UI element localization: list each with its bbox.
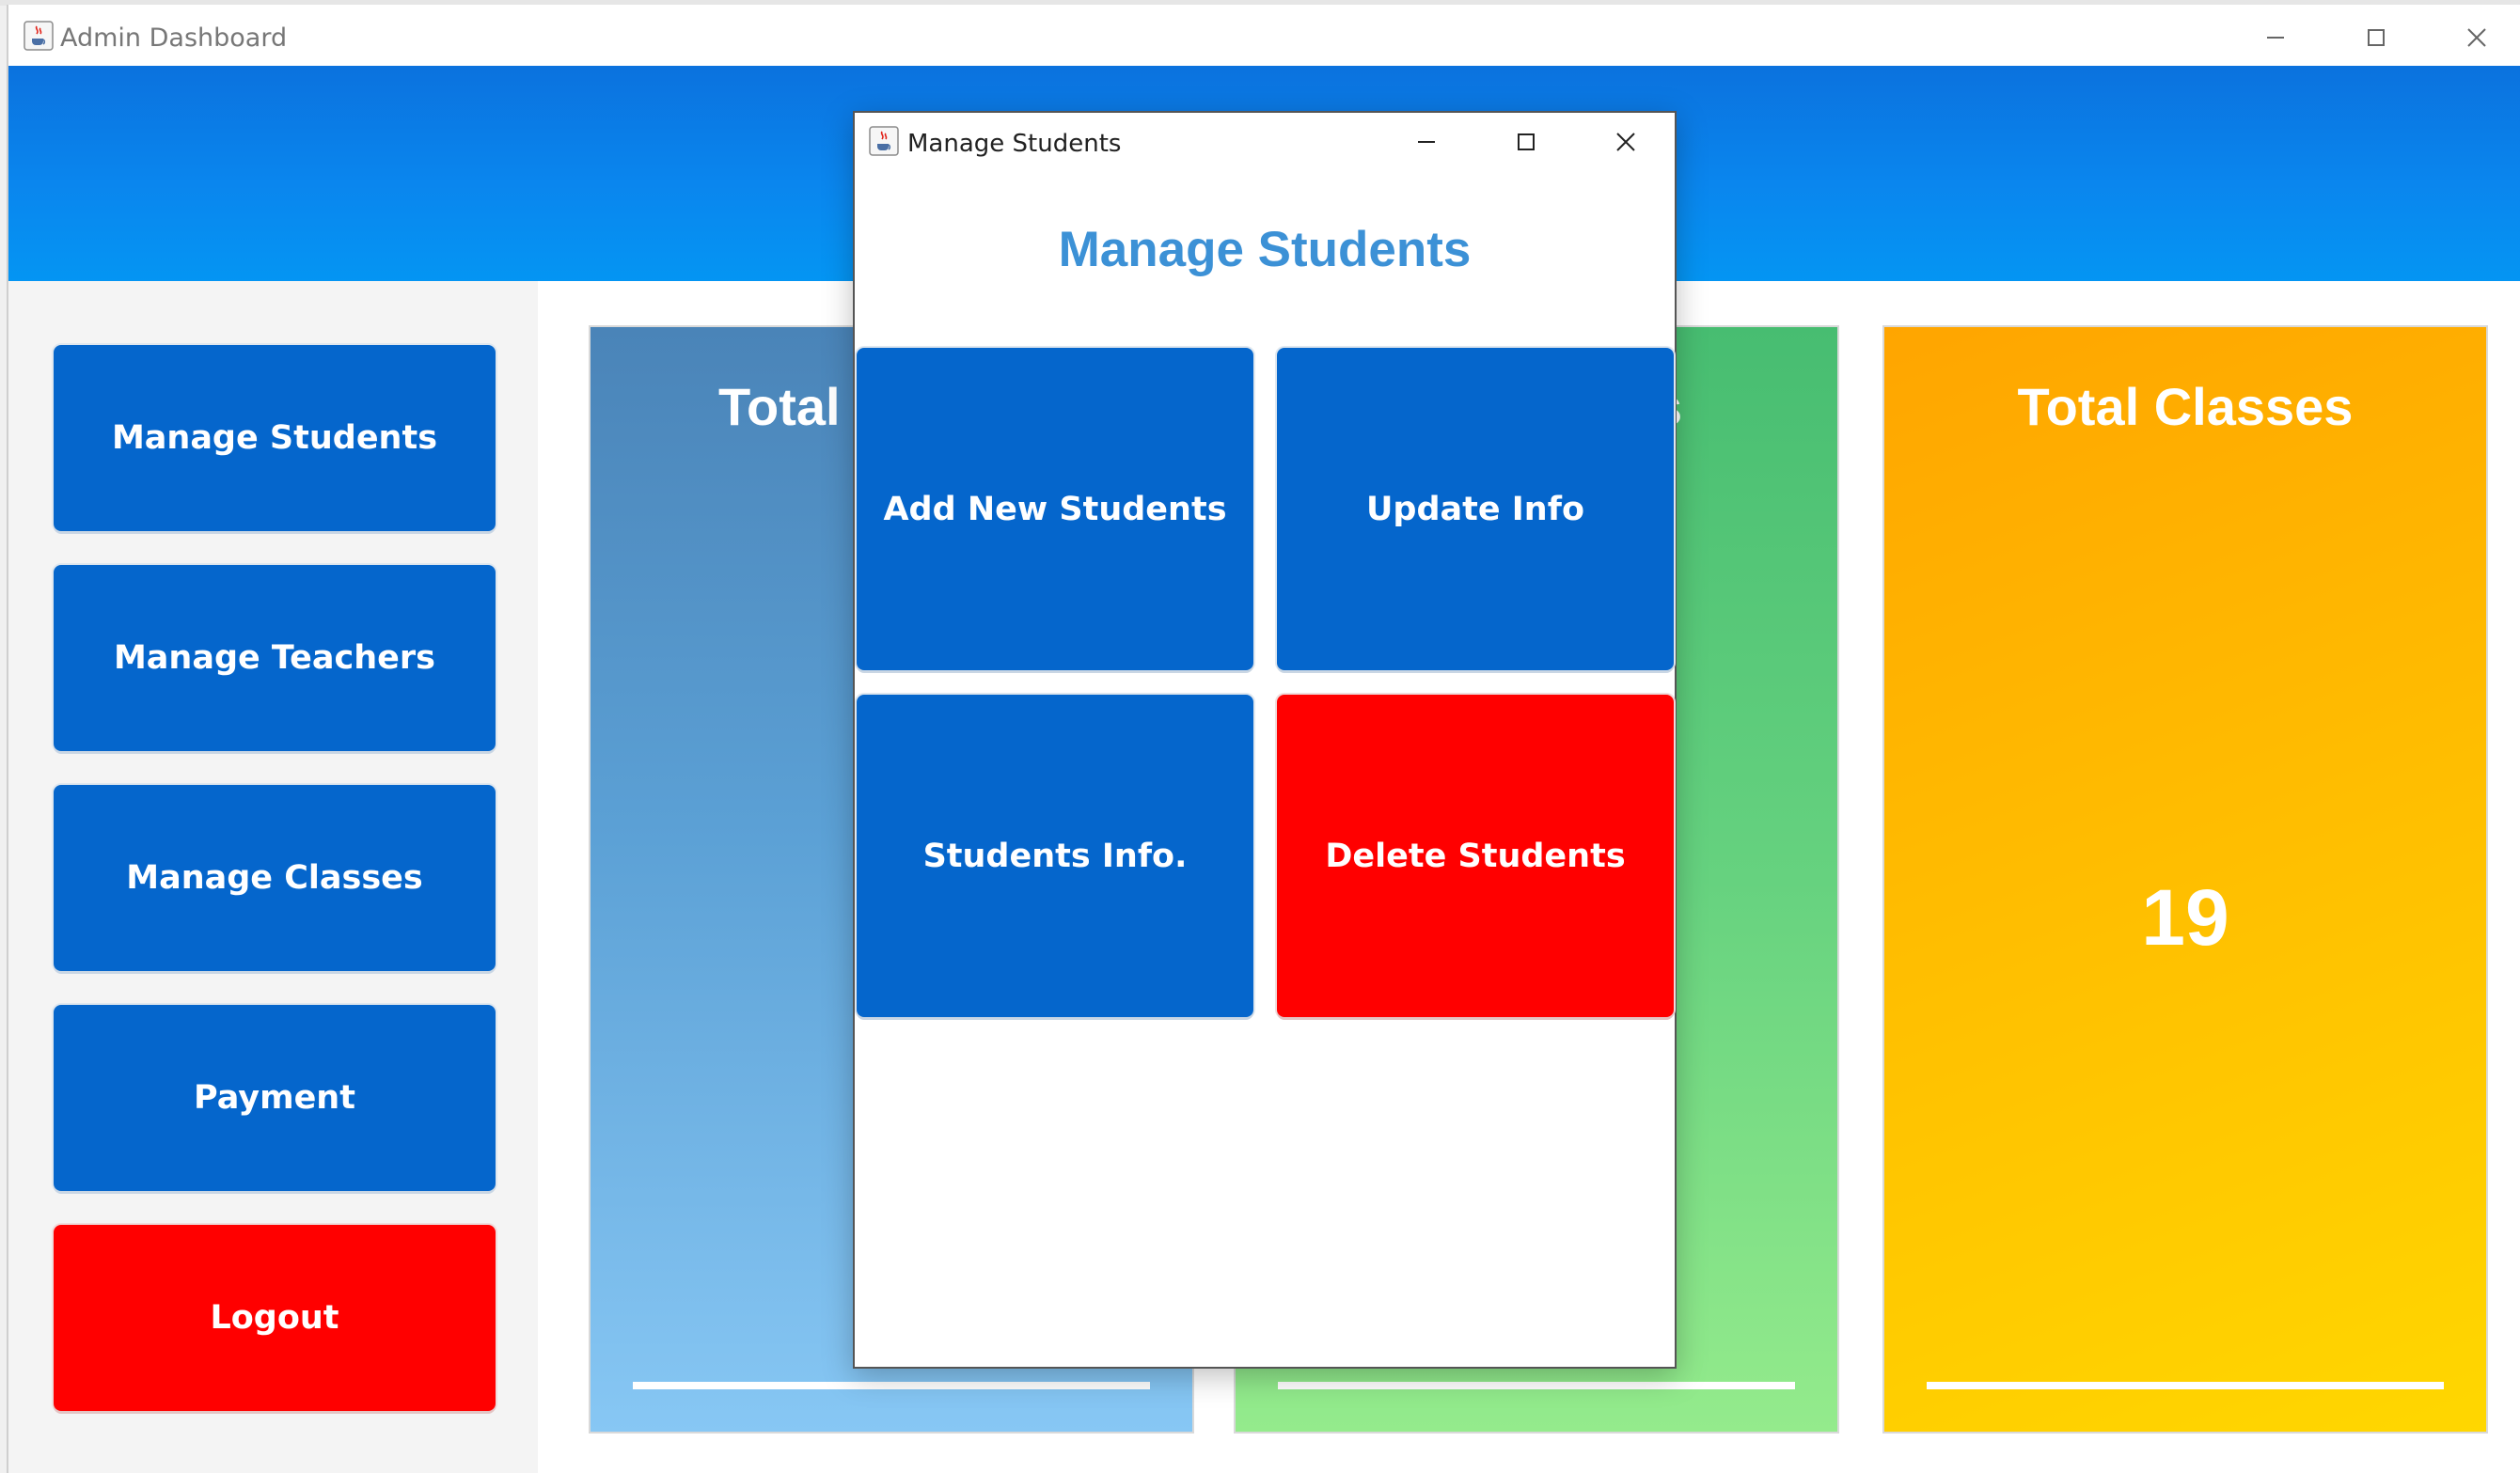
card-title: Total Classes xyxy=(2017,377,2354,436)
minimize-icon xyxy=(2267,37,2284,39)
desktop: Admin Dashboard Manage Students Manage T… xyxy=(0,0,2520,1473)
dialog-minimize-button[interactable] xyxy=(1403,118,1450,165)
add-new-students-button[interactable]: Add New Students xyxy=(857,348,1253,670)
students-info-button[interactable]: Students Info. xyxy=(857,695,1253,1017)
dialog-maximize-button[interactable] xyxy=(1503,118,1550,165)
card-underline xyxy=(633,1382,1150,1389)
maximize-icon xyxy=(2368,29,2385,46)
delete-students-button[interactable]: Delete Students xyxy=(1277,695,1674,1017)
close-button[interactable] xyxy=(2453,14,2500,61)
maximize-icon xyxy=(1518,133,1535,150)
dialog-close-button[interactable] xyxy=(1602,118,1649,165)
card-underline xyxy=(1278,1382,1795,1389)
main-titlebar: Admin Dashboard xyxy=(8,5,2520,66)
update-info-button[interactable]: Update Info xyxy=(1277,348,1674,670)
card-value: 19 xyxy=(2141,873,2229,962)
minimize-button[interactable] xyxy=(2252,14,2299,61)
dialog-heading: Manage Students xyxy=(1058,222,1472,277)
manage-teachers-button[interactable]: Manage Teachers xyxy=(54,565,496,751)
maximize-button[interactable] xyxy=(2353,14,2400,61)
java-cup-icon xyxy=(869,126,899,156)
java-cup-icon xyxy=(24,21,54,51)
manage-classes-button[interactable]: Manage Classes xyxy=(54,785,496,971)
logout-button[interactable]: Logout xyxy=(54,1225,496,1411)
manage-students-dialog: Manage Students Manage Students Add New … xyxy=(853,111,1677,1369)
close-icon xyxy=(2467,28,2486,47)
manage-students-button[interactable]: Manage Students xyxy=(54,345,496,531)
payment-button[interactable]: Payment xyxy=(54,1005,496,1191)
card-underline xyxy=(1927,1382,2444,1389)
sidebar: Manage Students Manage Teachers Manage C… xyxy=(8,281,538,1473)
close-icon xyxy=(1616,133,1635,151)
window-title: Admin Dashboard xyxy=(60,24,288,53)
dialog-title: Manage Students xyxy=(907,130,1122,158)
minimize-icon xyxy=(1418,141,1435,143)
total-classes-card: Total Classes 19 xyxy=(1882,325,2488,1434)
